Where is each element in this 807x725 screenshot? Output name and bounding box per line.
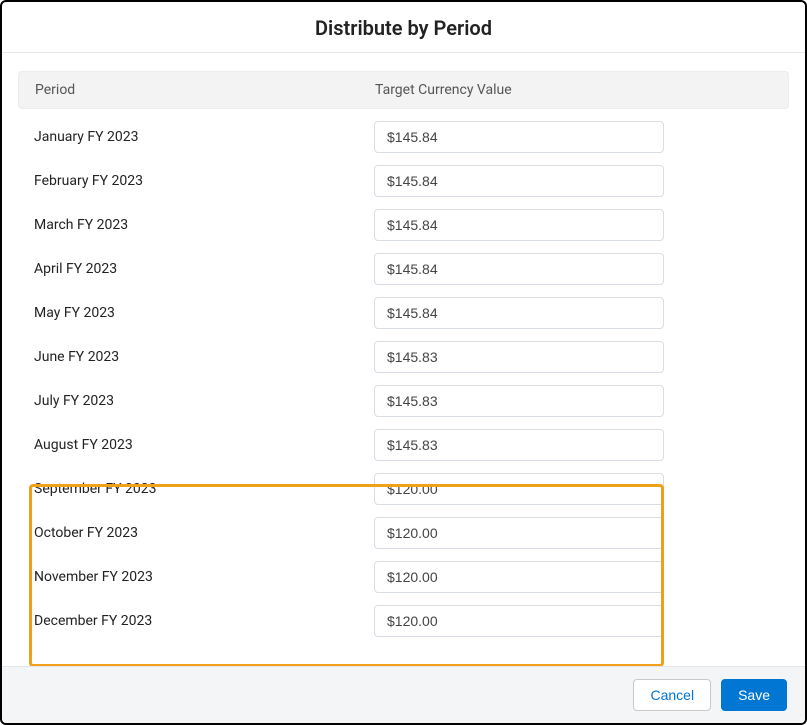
currency-input[interactable] — [374, 121, 664, 153]
period-label: January FY 2023 — [34, 129, 374, 145]
period-label: August FY 2023 — [34, 437, 374, 453]
distribute-by-period-dialog: Distribute by Period Period Target Curre… — [0, 0, 807, 725]
dialog-body: Period Target Currency Value January FY … — [2, 53, 805, 666]
currency-field-wrap — [374, 561, 664, 593]
column-header-value: Target Currency Value — [375, 82, 772, 98]
period-row: May FY 2023 — [18, 291, 789, 335]
period-row: April FY 2023 — [18, 247, 789, 291]
period-row: November FY 2023 — [18, 555, 789, 599]
currency-field-wrap — [374, 341, 664, 373]
period-row: July FY 2023 — [18, 379, 789, 423]
currency-input[interactable] — [374, 253, 664, 285]
period-label: May FY 2023 — [34, 305, 374, 321]
period-row: September FY 2023 — [18, 467, 789, 511]
currency-input[interactable] — [374, 605, 664, 637]
period-row: October FY 2023 — [18, 511, 789, 555]
currency-input[interactable] — [374, 297, 664, 329]
period-row: June FY 2023 — [18, 335, 789, 379]
currency-input[interactable] — [374, 385, 664, 417]
currency-field-wrap — [374, 517, 664, 549]
period-row: December FY 2023 — [18, 599, 789, 643]
period-label: June FY 2023 — [34, 349, 374, 365]
currency-field-wrap — [374, 165, 664, 197]
currency-field-wrap — [374, 297, 664, 329]
period-row: February FY 2023 — [18, 159, 789, 203]
save-button[interactable]: Save — [721, 679, 787, 711]
period-rows: January FY 2023 February FY 2023 March FY … — [18, 109, 789, 643]
currency-input[interactable] — [374, 517, 664, 549]
currency-input[interactable] — [374, 561, 664, 593]
period-label: December FY 2023 — [34, 613, 374, 629]
period-label: July FY 2023 — [34, 393, 374, 409]
currency-field-wrap — [374, 473, 664, 505]
period-label: November FY 2023 — [34, 569, 374, 585]
currency-field-wrap — [374, 605, 664, 637]
table-header: Period Target Currency Value — [18, 71, 789, 109]
period-label: March FY 2023 — [34, 217, 374, 233]
period-row: August FY 2023 — [18, 423, 789, 467]
period-label: April FY 2023 — [34, 261, 374, 277]
period-row: March FY 2023 — [18, 203, 789, 247]
period-row: January FY 2023 — [18, 115, 789, 159]
dialog-title: Distribute by Period — [315, 16, 492, 40]
period-label: October FY 2023 — [34, 525, 374, 541]
currency-input[interactable] — [374, 473, 664, 505]
currency-input[interactable] — [374, 209, 664, 241]
dialog-header: Distribute by Period — [2, 2, 805, 53]
currency-input[interactable] — [374, 165, 664, 197]
currency-field-wrap — [374, 385, 664, 417]
currency-field-wrap — [374, 209, 664, 241]
cancel-button[interactable]: Cancel — [633, 679, 711, 711]
currency-field-wrap — [374, 121, 664, 153]
column-header-period: Period — [35, 82, 375, 98]
period-label: February FY 2023 — [34, 173, 374, 189]
dialog-footer: Cancel Save — [2, 666, 805, 723]
currency-field-wrap — [374, 429, 664, 461]
currency-input[interactable] — [374, 429, 664, 461]
period-label: September FY 2023 — [34, 481, 374, 497]
currency-input[interactable] — [374, 341, 664, 373]
currency-field-wrap — [374, 253, 664, 285]
